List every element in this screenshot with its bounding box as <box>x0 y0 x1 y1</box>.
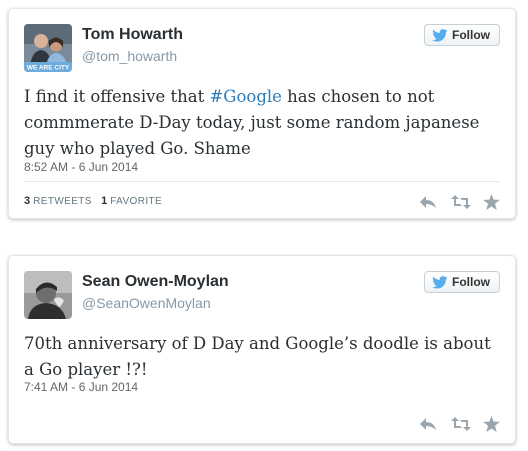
retweet-icon[interactable] <box>451 194 471 210</box>
reply-icon[interactable] <box>419 416 437 432</box>
twitter-bird-icon <box>432 275 448 289</box>
tweet-text: I find it offensive that #Google has cho… <box>24 84 500 162</box>
follow-button[interactable]: Follow <box>424 24 500 46</box>
timestamp[interactable]: 7:41 AM - 6 Jun 2014 <box>24 380 138 394</box>
follow-button[interactable]: Follow <box>424 271 500 293</box>
retweet-label[interactable]: RETWEETS <box>33 196 92 207</box>
twitter-bird-icon <box>432 28 448 42</box>
favorite-label[interactable]: FAVORITE <box>110 196 162 207</box>
retweet-icon[interactable] <box>451 416 471 432</box>
author-name[interactable]: Tom Howarth <box>82 26 183 44</box>
favorite-star-icon[interactable] <box>483 194 501 210</box>
favorite-count[interactable]: 1 <box>101 195 107 207</box>
avatar[interactable] <box>24 271 72 319</box>
tweet-text-part: I find it offensive that <box>24 87 210 106</box>
tweet-actions <box>419 416 501 432</box>
tweet-stats: 3 RETWEETS 1 FAVORITE <box>24 195 168 207</box>
divider <box>24 181 500 182</box>
hashtag-link[interactable]: #Google <box>209 87 281 106</box>
tweet-card: Sean Owen-Moylan @SeanOwenMoylan Follow … <box>8 255 516 444</box>
tweet-card: WE ARE CITY Tom Howarth @tom_howarth Fol… <box>8 8 516 219</box>
author-handle[interactable]: @tom_howarth <box>82 48 177 64</box>
timestamp[interactable]: 8:52 AM - 6 Jun 2014 <box>24 160 138 174</box>
author-name[interactable]: Sean Owen-Moylan <box>82 273 229 291</box>
reply-icon[interactable] <box>419 194 437 210</box>
retweet-count[interactable]: 3 <box>24 195 30 207</box>
tweet-text: 70th anniversary of D Day and Google’s d… <box>24 334 491 379</box>
author-handle[interactable]: @SeanOwenMoylan <box>82 295 211 311</box>
follow-label: Follow <box>452 28 490 42</box>
follow-label: Follow <box>452 275 490 289</box>
avatar[interactable]: WE ARE CITY <box>24 24 72 72</box>
avatar-caption: WE ARE CITY <box>27 65 70 72</box>
favorite-star-icon[interactable] <box>483 416 501 432</box>
tweet-actions <box>419 194 501 210</box>
